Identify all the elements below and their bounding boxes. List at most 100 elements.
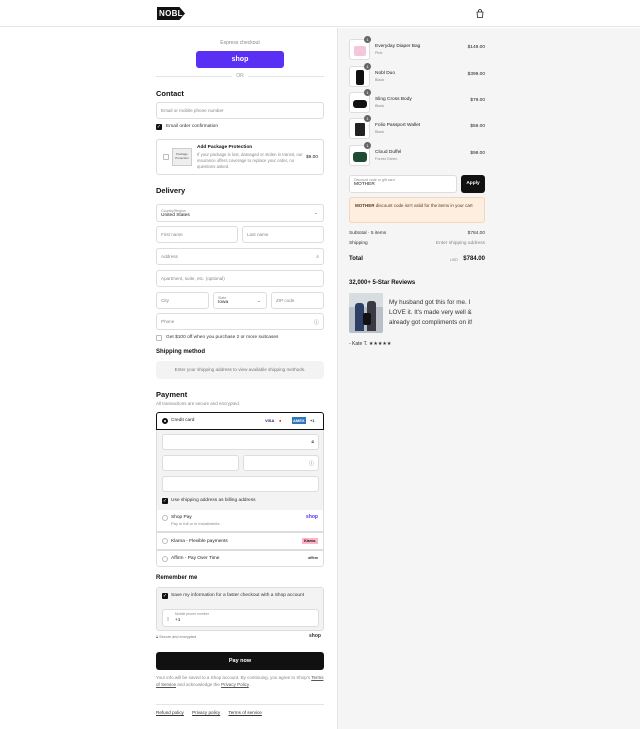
chevron-down-icon: ⌄ [313, 210, 318, 216]
item-variant: Black [375, 78, 385, 82]
shop-pay-option[interactable]: Shop Pay Pay in full or in installments … [156, 510, 324, 532]
cart-item: 1 Nobl Duo Black $399.00 [349, 63, 485, 88]
or-label: OR [232, 73, 248, 79]
shipping-value: Enter shipping address [435, 241, 485, 246]
save-info-checkbox[interactable]: ✓ [162, 593, 168, 599]
privacy-policy-link[interactable]: Privacy Policy [221, 682, 249, 687]
item-price: $59.00 [470, 124, 485, 129]
more-cards-badge: +1 [310, 418, 315, 423]
cart-item: 1 Cloud Duffel Forest Green $98.00 [349, 142, 485, 167]
currency-label: USD [449, 258, 458, 262]
delivery-heading: Delivery [156, 186, 186, 195]
item-variant: Pink [375, 51, 383, 55]
shop-terms-text: Your info will be saved to a Shop accoun… [156, 675, 324, 688]
state-select[interactable]: State Iowa ⌄ [213, 292, 267, 309]
package-protection-title: Add Package Protection [197, 145, 253, 150]
total-value: $784.00 [463, 256, 485, 262]
item-price: $149.00 [467, 45, 485, 50]
refund-policy-link[interactable]: Refund policy [156, 710, 184, 715]
name-on-card-field[interactable] [162, 476, 319, 492]
discount-warning: MOTHER discount code isn't valid for the… [349, 197, 485, 223]
footer-divider [156, 704, 324, 705]
apply-discount-button[interactable]: Apply [461, 175, 485, 193]
package-protection-price: $9.00 [305, 155, 318, 160]
shop-logo: shop [309, 633, 321, 639]
visa-icon: VISA [265, 418, 275, 423]
quantity-badge: 1 [364, 115, 371, 122]
help-icon[interactable]: ⓘ [309, 460, 314, 467]
shop-pay-radio[interactable] [162, 515, 168, 521]
quantity-badge: 1 [364, 36, 371, 43]
order-confirm-checkbox[interactable]: ✓ [156, 124, 162, 130]
cart-item: 1 Folio Passport Wallet Black $59.00 [349, 115, 485, 140]
subtotal-row: Subtotal · 5 items $784.00 [349, 231, 485, 236]
affirm-radio[interactable] [162, 556, 168, 562]
credit-card-option[interactable]: Credit card VISA ● AMEX +1 [156, 412, 324, 430]
shopping-bag-icon[interactable] [476, 9, 484, 18]
item-variant: Black [375, 104, 385, 108]
payment-subtext: All transactions are secure and encrypte… [156, 401, 241, 406]
klarna-option[interactable]: Klarna - Flexible payments Klarna. [156, 532, 324, 550]
item-name: Nobl Duo [375, 71, 395, 76]
zip-field[interactable]: ZIP code [271, 292, 324, 309]
terms-text-mid: and acknowledge the [176, 681, 222, 687]
country-value: United States [161, 212, 190, 218]
credit-card-radio[interactable] [162, 418, 168, 424]
shipping-message: Enter your shipping address to view avai… [156, 361, 324, 379]
email-field[interactable]: Email or mobile phone number [156, 102, 324, 119]
city-field[interactable]: City [156, 292, 209, 309]
billing-label: Use shipping address as billing address [171, 498, 256, 503]
package-protection-box[interactable]: Package Protection Add Package Protectio… [156, 139, 324, 175]
last-name-field[interactable]: Last name [242, 226, 324, 243]
package-protection-checkbox[interactable] [163, 154, 169, 160]
discount-code-field[interactable]: Discount code or gift card MOTHER [349, 175, 457, 193]
lock-icon: 🔒︎ [311, 439, 314, 445]
nobl-logo[interactable]: NOBL [157, 7, 185, 20]
terms-of-service-footer-link[interactable]: Terms of service [228, 710, 261, 715]
item-name: Sling Cross Body [375, 97, 412, 102]
shipping-heading: Shipping method [156, 349, 205, 355]
address-placeholder: Address [161, 254, 178, 259]
phone-field[interactable]: Phone ⓘ [156, 313, 324, 330]
card-number-field[interactable]: 🔒︎ [162, 434, 319, 450]
address-field[interactable]: Address ⌕ [156, 248, 324, 265]
remember-me-box: ✓ Save my information for a faster check… [156, 587, 324, 631]
terms-text-post: . [248, 681, 251, 687]
apartment-placeholder: Apartment, suite, etc. (optional) [161, 276, 225, 281]
item-name: Cloud Duffel [375, 150, 402, 155]
search-icon: ⌕ [316, 254, 319, 260]
mobile-phone-field[interactable]: ▯ Mobile phone number +1 [162, 609, 319, 627]
contact-heading: Contact [156, 89, 184, 98]
last-name-placeholder: Last name [247, 232, 269, 237]
promo-checkbox[interactable] [156, 335, 162, 341]
zip-placeholder: ZIP code [276, 298, 295, 303]
country-select[interactable]: Country/Region United States ⌄ [156, 204, 324, 222]
express-checkout-title: Express checkout [220, 40, 260, 46]
item-variant: Black [375, 130, 385, 134]
item-variant: Forest Green [375, 157, 398, 161]
card-details-area: 🔒︎ ⓘ ✓ Use shipping address as billing a… [156, 430, 324, 510]
review-author: - Kate T. ★★★★★ [349, 341, 392, 347]
apartment-field[interactable]: Apartment, suite, etc. (optional) [156, 270, 324, 287]
email-placeholder: Email or mobile phone number [161, 108, 224, 113]
first-name-field[interactable]: First name [156, 226, 238, 243]
help-icon[interactable]: ⓘ [314, 319, 319, 326]
quantity-badge: 1 [364, 89, 371, 96]
footer-links: Refund policy Privacy policy Terms of se… [156, 710, 269, 715]
cart-item: 1 Sling Cross Body Black $79.00 [349, 89, 485, 114]
klarna-label: Klarna - Flexible payments [171, 539, 228, 544]
shipping-row: Shipping Enter shipping address [349, 241, 485, 246]
item-name: Folio Passport Wallet [375, 123, 421, 128]
billing-checkbox[interactable]: ✓ [162, 498, 168, 504]
quantity-badge: 1 [364, 142, 371, 149]
expiration-field[interactable] [162, 455, 239, 471]
security-code-field[interactable]: ⓘ [243, 455, 319, 471]
pay-now-button[interactable]: Pay now [156, 652, 324, 670]
shop-pay-button[interactable]: shop [196, 51, 284, 68]
affirm-option[interactable]: Affirm - Pay Over Time affirm [156, 550, 324, 567]
shop-pay-label: Shop Pay [171, 515, 192, 520]
klarna-radio[interactable] [162, 538, 168, 544]
privacy-policy-footer-link[interactable]: Privacy policy [192, 710, 220, 715]
mastercard-icon: ● [279, 418, 282, 423]
klarna-logo: Klarna. [302, 538, 318, 544]
